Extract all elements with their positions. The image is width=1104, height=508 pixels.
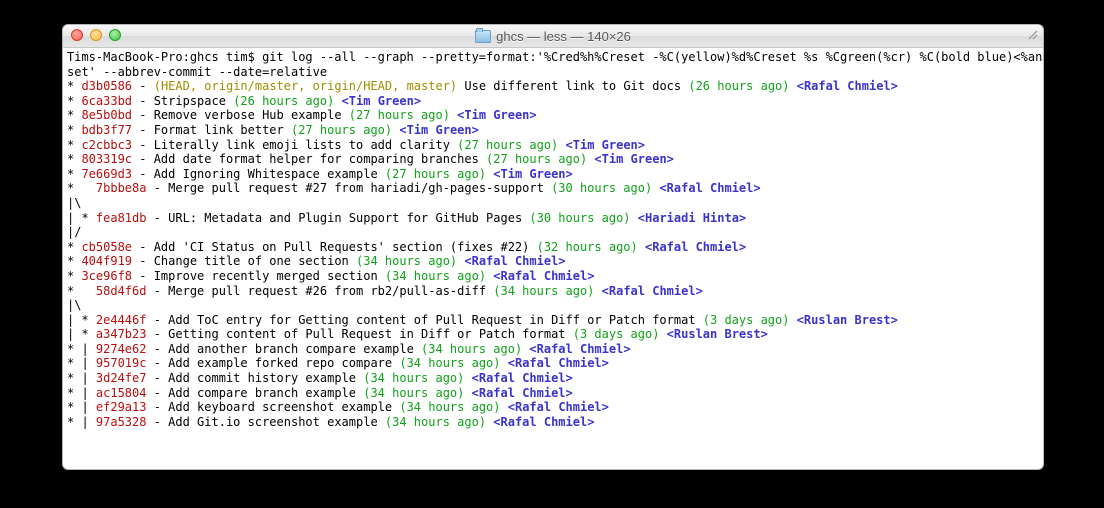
window-title-text: ghcs — less — 140×26 [496,29,631,44]
terminal-window: ghcs — less — 140×26 Tims-MacBook-Pro:gh… [62,24,1044,470]
window-titlebar: ghcs — less — 140×26 [63,25,1043,48]
close-icon[interactable] [71,29,83,41]
resize-icon[interactable] [1026,28,1040,42]
folder-icon [475,30,491,43]
window-traffic-lights [71,29,121,41]
minimize-icon[interactable] [90,29,102,41]
zoom-icon[interactable] [109,29,121,41]
window-title: ghcs — less — 140×26 [475,29,631,44]
terminal-body[interactable]: Tims-MacBook-Pro:ghcs tim$ git log --all… [63,48,1043,431]
